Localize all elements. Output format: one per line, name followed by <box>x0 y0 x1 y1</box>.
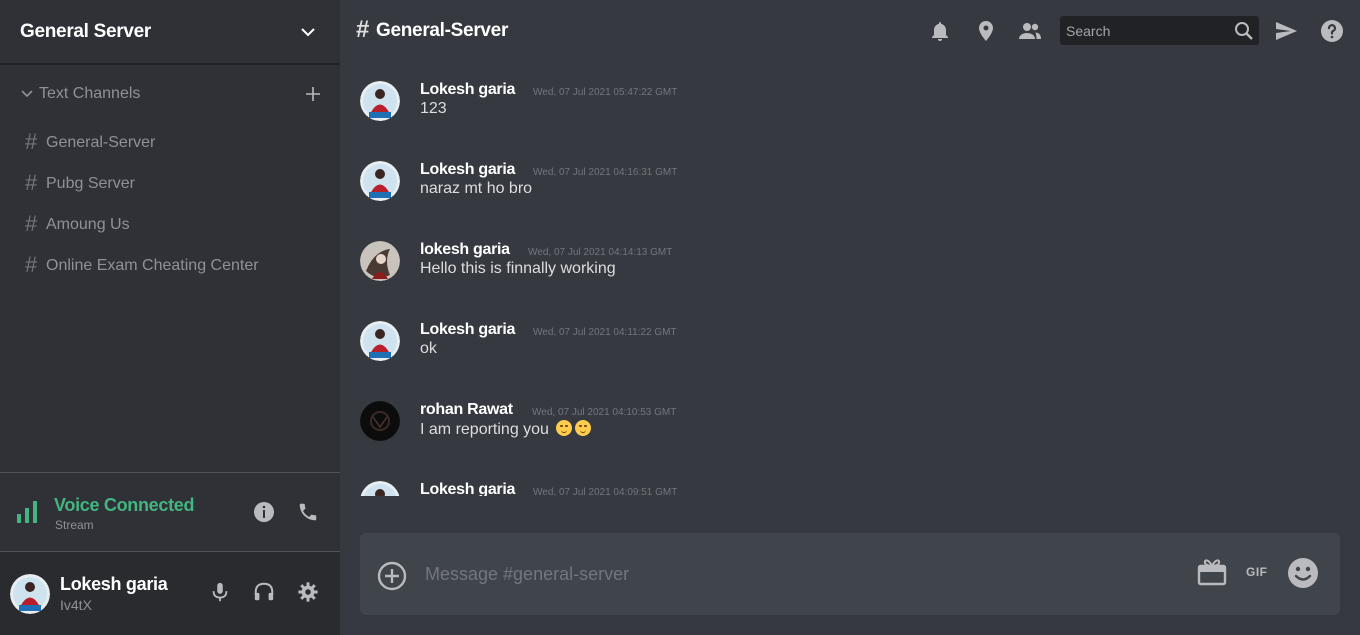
signal-icon <box>17 501 37 523</box>
message-author[interactable]: Lokesh garia <box>420 161 515 179</box>
phone-disconnect-icon[interactable] <box>297 501 319 523</box>
search-icon[interactable] <box>1234 21 1254 41</box>
help-icon[interactable] <box>1320 19 1344 43</box>
add-channel-icon[interactable] <box>304 85 322 103</box>
sidebar-channel-general-server[interactable]: # General-Server <box>25 129 325 155</box>
hash-icon: # <box>25 129 38 154</box>
info-icon[interactable] <box>253 501 275 523</box>
channel-label: General-Server <box>46 134 156 151</box>
smirk-emoji-icon <box>556 420 573 436</box>
server-name: General Server <box>20 21 151 42</box>
message-author[interactable]: rohan Rawat <box>420 401 513 419</box>
message-text: naraz mt ho bro <box>420 180 533 197</box>
voice-channel-label: Stream <box>55 518 94 532</box>
send-icon[interactable] <box>1274 19 1298 43</box>
emoji-icon[interactable] <box>1287 557 1319 589</box>
message: lokesh garia Wed, 07 Jul 2021 04:14:13 G… <box>360 241 1320 301</box>
search-input[interactable] <box>1060 16 1220 45</box>
bell-icon[interactable] <box>928 19 952 43</box>
members-icon[interactable] <box>1018 19 1042 43</box>
user-name: Lokesh garia <box>60 574 168 594</box>
hash-icon: # <box>25 211 38 236</box>
avatar[interactable] <box>360 401 400 441</box>
smirk-emoji-icon <box>575 420 592 436</box>
sidebar-channel-online-exam[interactable]: # Online Exam Cheating Center <box>25 252 325 278</box>
server-header[interactable]: General Server <box>0 0 340 65</box>
channel-label: Online Exam Cheating Center <box>46 257 259 274</box>
message-text-line: I am reporting you <box>420 420 592 439</box>
message-author[interactable]: Lokesh garia <box>420 321 515 339</box>
message-text: 123 <box>420 100 447 117</box>
message-timestamp: Wed, 07 Jul 2021 04:14:13 GMT <box>528 247 673 258</box>
message-author[interactable]: Lokesh garia <box>420 81 515 99</box>
avatar[interactable] <box>360 161 400 201</box>
channel-label: Amoung Us <box>46 216 130 233</box>
voice-status[interactable]: Voice Connected <box>54 495 195 516</box>
hash-icon: # <box>25 170 38 195</box>
main-area: # General-Server Search Lokesh garia Wed… <box>340 0 1360 635</box>
sidebar: General Server Text Channels # General-S… <box>0 0 340 635</box>
voice-panel: Voice Connected Stream <box>0 472 340 552</box>
message-composer: GIF <box>360 533 1340 615</box>
message-author[interactable]: lokesh garia <box>420 241 510 259</box>
chevron-down-icon <box>21 90 33 98</box>
add-attachment-icon[interactable] <box>376 560 408 592</box>
category-text-channels[interactable]: Text Channels <box>20 84 330 104</box>
search-box[interactable] <box>1060 16 1259 45</box>
message-timestamp: Wed, 07 Jul 2021 05:47:22 GMT <box>533 87 678 98</box>
user-tag: Iv4tX <box>60 597 92 613</box>
channel-header: # General-Server <box>340 0 1360 62</box>
message: Lokesh garia Wed, 07 Jul 2021 05:47:22 G… <box>360 81 1320 141</box>
message-timestamp: Wed, 07 Jul 2021 04:16:31 GMT <box>533 167 678 178</box>
sidebar-channel-amoung-us[interactable]: # Amoung Us <box>25 211 325 237</box>
avatar[interactable] <box>360 81 400 121</box>
message: rohan Rawat Wed, 07 Jul 2021 04:10:53 GM… <box>360 401 1320 461</box>
message-timestamp: Wed, 07 Jul 2021 04:11:22 GMT <box>533 327 677 338</box>
message-author[interactable]: Lokesh garia <box>420 481 515 496</box>
hash-icon: # <box>25 252 38 277</box>
channel-label: Pubg Server <box>46 175 135 192</box>
message-input[interactable] <box>420 557 1190 591</box>
gear-icon[interactable] <box>297 581 319 603</box>
gif-button[interactable]: GIF <box>1246 565 1268 579</box>
message: Lokesh garia Wed, 07 Jul 2021 04:11:22 G… <box>360 321 1320 381</box>
message-text: I am reporting you <box>420 421 549 438</box>
message-list: Lokesh garia Wed, 07 Jul 2021 05:47:22 G… <box>340 62 1360 496</box>
avatar[interactable] <box>10 574 50 614</box>
avatar[interactable] <box>360 241 400 281</box>
message-timestamp: Wed, 07 Jul 2021 04:10:53 GMT <box>532 407 677 418</box>
chevron-down-icon[interactable] <box>300 24 316 40</box>
location-pin-icon[interactable] <box>974 19 998 43</box>
microphone-icon[interactable] <box>209 581 231 603</box>
message-text: Hello this is finnally working <box>420 260 616 277</box>
user-panel: Lokesh garia Iv4tX <box>0 552 340 635</box>
message: Lokesh garia Wed, 07 Jul 2021 04:09:51 G… <box>360 481 1320 496</box>
channel-title: General-Server <box>376 20 509 41</box>
sidebar-channel-pubg-server[interactable]: # Pubg Server <box>25 170 325 196</box>
avatar[interactable] <box>360 321 400 361</box>
gift-icon[interactable] <box>1196 555 1228 587</box>
avatar[interactable] <box>360 481 400 496</box>
message: Lokesh garia Wed, 07 Jul 2021 04:16:31 G… <box>360 161 1320 221</box>
hash-icon: # <box>356 16 370 43</box>
headphones-icon[interactable] <box>253 581 275 603</box>
message-text: ok <box>420 340 437 357</box>
message-timestamp: Wed, 07 Jul 2021 04:09:51 GMT <box>533 487 678 496</box>
category-label: Text Channels <box>39 85 141 102</box>
